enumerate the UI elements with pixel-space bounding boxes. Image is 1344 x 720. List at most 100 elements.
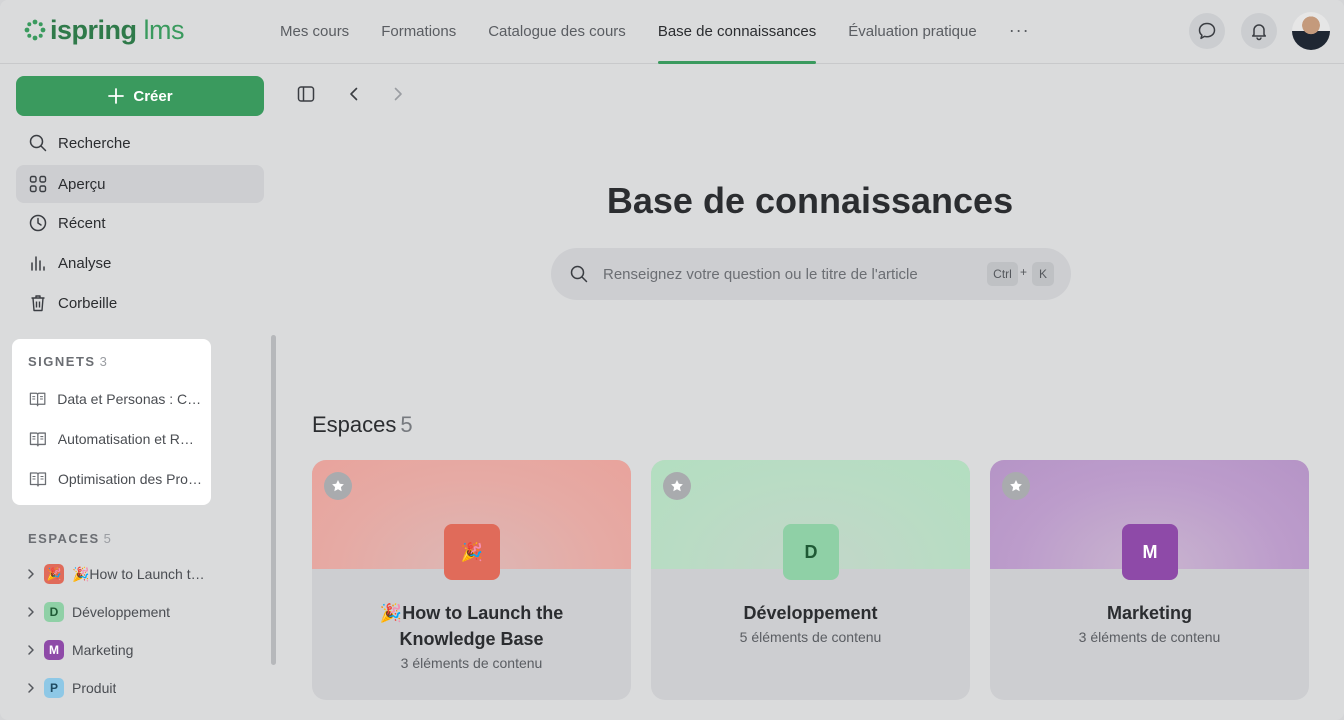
space-card-how-to-launch[interactable]: 🎉 🎉How to Launch the Knowledge Base 3 él… xyxy=(312,460,631,700)
sidebar-item-recherche[interactable]: Recherche xyxy=(16,124,264,162)
nav-item-mes-cours[interactable]: Mes cours xyxy=(280,0,349,64)
space-card-marketing[interactable]: M Marketing 3 éléments de contenu xyxy=(990,460,1309,700)
back-arrow-icon[interactable] xyxy=(344,84,364,104)
sidebar-item-label: Corbeille xyxy=(58,294,118,312)
more-menu-button[interactable]: ··· xyxy=(1009,0,1030,64)
sidebar-item-label: Recherche xyxy=(58,134,131,152)
logo-text-part1: ispring xyxy=(50,15,137,45)
space-label: Développement xyxy=(72,604,171,620)
shortcut-plus: + xyxy=(1020,265,1028,279)
plus-icon xyxy=(108,88,125,104)
space-badge: D xyxy=(44,602,64,622)
space-icon-box: 🎉 xyxy=(444,524,500,580)
chat-bubble-icon xyxy=(1198,22,1216,40)
search-icon xyxy=(29,134,47,152)
nav-item-base-de-connaissances[interactable]: Base de connaissances xyxy=(657,0,817,64)
space-card-developpement[interactable]: D Développement 5 éléments de contenu xyxy=(651,460,970,700)
chevron-right-icon[interactable] xyxy=(26,606,36,618)
bookmark-label: Data et Personas : Co… xyxy=(57,391,203,407)
chevron-right-icon[interactable] xyxy=(26,568,36,580)
space-badge: M xyxy=(44,640,64,660)
nav-item-catalogue[interactable]: Catalogue des cours xyxy=(488,0,626,64)
bookmark-item[interactable]: Optimisation des Pro… xyxy=(28,468,203,490)
trash-icon xyxy=(31,295,45,312)
space-label: Produit xyxy=(72,680,117,696)
bookmarks-title: SIGNETS 3 xyxy=(28,354,108,369)
space-card-title-line2: Knowledge Base xyxy=(399,629,544,649)
logo-text: ispring lms xyxy=(50,15,185,45)
sidebar-item-recent[interactable]: Récent xyxy=(16,204,264,242)
space-card-title: Marketing xyxy=(1010,600,1289,626)
bookmarks-panel: SIGNETS 3 Data et Personas : Co… Automati… xyxy=(12,339,211,505)
spaces-heading: Espaces 5 xyxy=(312,412,413,438)
bookmarks-title-text: SIGNETS xyxy=(28,354,96,369)
star-icon[interactable] xyxy=(1002,472,1030,500)
space-label: 🎉How to Launch th… xyxy=(72,565,212,582)
space-card-title: 🎉How to Launch the Knowledge Base xyxy=(332,600,611,652)
space-badge: P xyxy=(44,678,64,698)
sidebar-item-corbeille[interactable]: Corbeille xyxy=(16,284,264,322)
create-button[interactable]: Créer xyxy=(16,76,264,116)
sidebar-item-label: Récent xyxy=(58,214,106,232)
sidebar-item-apercu[interactable]: Aperçu xyxy=(16,165,264,203)
create-button-label: Créer xyxy=(133,87,173,105)
user-avatar[interactable] xyxy=(1292,12,1330,50)
toggle-sidebar-icon[interactable] xyxy=(296,84,316,104)
shortcut-key-ctrl: Ctrl xyxy=(987,262,1018,286)
bookmark-label: Optimisation des Pro… xyxy=(58,471,202,487)
space-icon-box: M xyxy=(1122,524,1178,580)
bookmarks-count: 3 xyxy=(99,354,109,369)
space-label: Marketing xyxy=(72,642,134,658)
space-badge: 🎉 xyxy=(44,564,64,584)
spaces-heading-count: 5 xyxy=(400,412,413,437)
sidebar-scrollbar[interactable] xyxy=(271,335,276,665)
spaces-section-title-text: ESPACES xyxy=(28,531,100,546)
sidebar-space-marketing[interactable]: M Marketing xyxy=(26,638,216,662)
bookmark-item[interactable]: Data et Personas : Co… xyxy=(28,388,203,410)
star-icon[interactable] xyxy=(324,472,352,500)
sidebar-space-how-to-launch[interactable]: 🎉 🎉How to Launch th… xyxy=(26,562,216,586)
search-placeholder[interactable]: Renseignez votre question ou le titre de… xyxy=(603,266,918,283)
logo-text-part2: lms xyxy=(143,15,185,45)
book-icon xyxy=(29,392,46,407)
space-card-subtitle: 3 éléments de contenu xyxy=(400,655,543,671)
space-card-subtitle: 5 éléments de contenu xyxy=(739,629,882,645)
spaces-section-title: ESPACES 5 xyxy=(28,531,112,546)
space-card-title: Développement xyxy=(671,600,950,626)
top-navigation-bar: ispring lms Mes cours Formations Catalog… xyxy=(0,0,1344,64)
chat-button[interactable] xyxy=(1189,13,1225,49)
star-icon[interactable] xyxy=(663,472,691,500)
book-icon xyxy=(29,432,46,447)
spaces-heading-text: Espaces xyxy=(312,412,397,437)
space-card-title-line1: 🎉How to Launch the xyxy=(379,603,564,623)
notifications-button[interactable] xyxy=(1241,13,1277,49)
sidebar-item-label: Analyse xyxy=(58,254,112,272)
space-card-title-line1: Développement xyxy=(743,603,878,623)
nav-item-evaluation-pratique[interactable]: Évaluation pratique xyxy=(848,0,976,64)
brand-logo[interactable]: ispring lms xyxy=(24,15,185,45)
book-icon xyxy=(29,472,47,487)
nav-item-formations[interactable]: Formations xyxy=(381,0,456,64)
logo-icon xyxy=(24,19,46,41)
clock-icon xyxy=(29,214,47,232)
sidebar-item-analyse[interactable]: Analyse xyxy=(16,244,264,282)
grid-icon xyxy=(29,175,47,193)
chevron-right-icon[interactable] xyxy=(26,644,36,656)
forward-arrow-icon[interactable] xyxy=(388,84,408,104)
shortcut-key-k: K xyxy=(1032,262,1054,286)
bell-icon xyxy=(1251,24,1267,41)
sidebar-space-developpement[interactable]: D Développement xyxy=(26,600,216,624)
search-icon xyxy=(570,265,588,283)
page-title: Base de connaissances xyxy=(606,180,1014,221)
bar-chart-icon xyxy=(31,256,45,271)
space-icon-box: D xyxy=(783,524,839,580)
bookmark-item[interactable]: Automatisation et RO… xyxy=(28,428,203,450)
sidebar-space-produit[interactable]: P Produit xyxy=(26,676,216,700)
spaces-section-count: 5 xyxy=(103,531,113,546)
space-card-title-line1: Marketing xyxy=(1106,603,1193,623)
app-window: ispring lms Mes cours Formations Catalog… xyxy=(0,0,1344,720)
space-card-subtitle: 3 éléments de contenu xyxy=(1078,629,1221,645)
bookmark-label: Automatisation et RO… xyxy=(57,431,203,447)
chevron-right-icon[interactable] xyxy=(26,682,36,694)
main-nav: Mes cours Formations Catalogue des cours… xyxy=(280,0,1030,64)
